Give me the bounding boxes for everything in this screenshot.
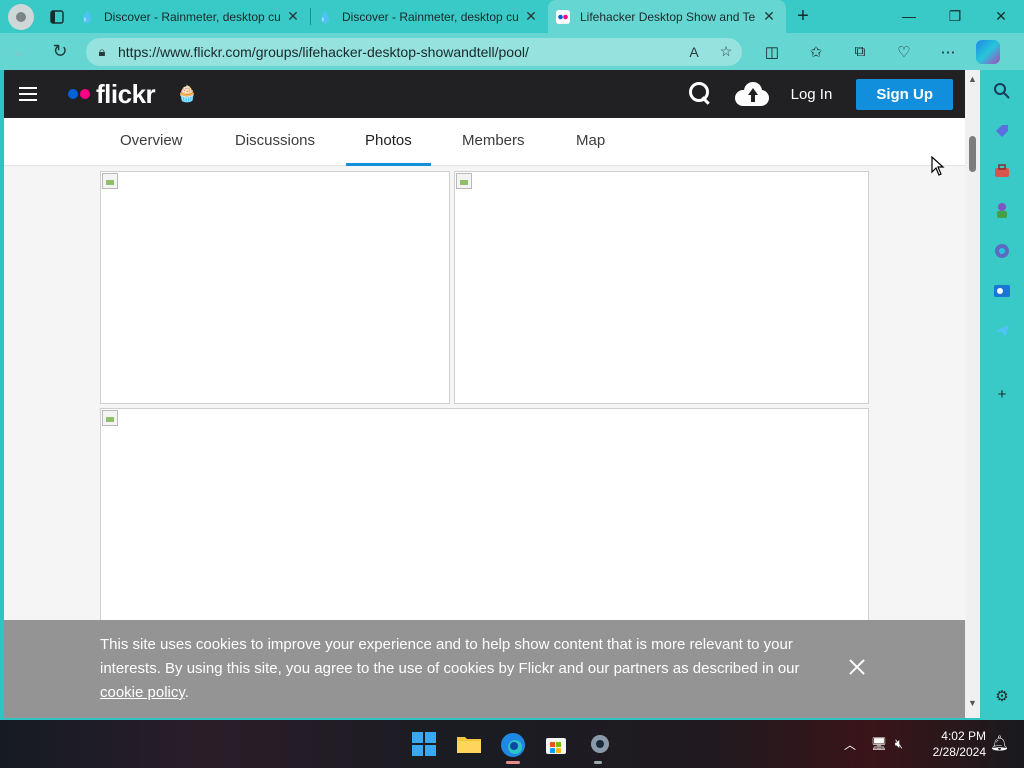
broken-image-icon bbox=[456, 173, 472, 189]
scroll-up-icon[interactable]: ▲ bbox=[968, 74, 977, 84]
tab-title: Discover - Rainmeter, desktop cu bbox=[342, 9, 519, 24]
photo-thumbnail[interactable] bbox=[454, 171, 869, 404]
refresh-icon[interactable]: ↻ bbox=[40, 41, 80, 62]
flickr-header: flickr 🧁 Log In Sign Up bbox=[4, 70, 965, 118]
mouse-cursor-icon bbox=[931, 156, 945, 176]
page-viewport: flickr 🧁 Log In Sign Up Overview Discuss… bbox=[4, 70, 965, 718]
active-app-indicator bbox=[506, 761, 520, 764]
add-sidebar-app-icon[interactable]: + bbox=[992, 386, 1012, 406]
rainmeter-favicon-icon: 💧 bbox=[317, 9, 333, 24]
group-nav-tabs: Overview Discussions Photos Members Map bbox=[4, 118, 965, 166]
login-link[interactable]: Log In bbox=[791, 86, 833, 103]
birthday-cake-icon: 🧁 bbox=[177, 86, 198, 103]
scroll-thumb[interactable] bbox=[969, 136, 976, 172]
tab-actions-icon[interactable] bbox=[42, 4, 72, 30]
photo-thumbnail[interactable] bbox=[100, 408, 869, 638]
browser-tab-1[interactable]: 💧 Discover - Rainmeter, desktop cu ✕ bbox=[72, 0, 310, 33]
microsoft-store-icon[interactable] bbox=[544, 732, 568, 756]
network-icon[interactable]: 🖥︎ bbox=[868, 736, 890, 752]
hamburger-menu-icon[interactable] bbox=[4, 87, 52, 101]
copilot-icon[interactable] bbox=[976, 39, 1000, 64]
microsoft-365-icon[interactable] bbox=[992, 242, 1012, 262]
close-tab-icon[interactable]: ✕ bbox=[284, 8, 302, 25]
page-scrollbar[interactable]: ▲ ▼ bbox=[965, 70, 980, 718]
volume-muted-icon[interactable]: 🔇︎ bbox=[890, 736, 908, 752]
tab-discussions[interactable]: Discussions bbox=[235, 118, 315, 166]
toolbar-icons: ◫ ✩ ⧉ ♡ ⋯ bbox=[750, 43, 970, 61]
sidebar-settings-icon[interactable]: ⚙ bbox=[992, 687, 1012, 707]
photo-thumbnail[interactable] bbox=[100, 171, 450, 404]
logo-text: flickr bbox=[96, 78, 156, 109]
clock-time: 4:02 PM bbox=[941, 729, 986, 743]
upload-cloud-icon[interactable] bbox=[734, 82, 769, 106]
show-hidden-icons-chevron-icon[interactable]: ︿ bbox=[842, 736, 858, 753]
search-icon[interactable] bbox=[685, 79, 715, 109]
edge-browser-icon[interactable] bbox=[500, 732, 525, 757]
logo-blue-dot bbox=[68, 89, 78, 99]
broken-image-icon bbox=[102, 173, 118, 189]
favorite-star-icon[interactable]: ☆ bbox=[710, 43, 742, 60]
search-icon[interactable] bbox=[992, 82, 1012, 102]
browser-tab-3[interactable]: Lifehacker Desktop Show and Te ✕ bbox=[548, 0, 786, 33]
tools-icon[interactable] bbox=[992, 162, 1012, 182]
shopping-tag-icon[interactable] bbox=[992, 122, 1012, 142]
cookie-banner: This site uses cookies to improve your e… bbox=[4, 620, 965, 718]
taskbar-clock[interactable]: 4:02 PM 2/28/2024 bbox=[916, 728, 986, 760]
cookie-policy-link[interactable]: cookie policy bbox=[100, 684, 185, 701]
browser-toolbar: ← ↻ 🔒︎ https://www.flickr.com/groups/lif… bbox=[0, 33, 1024, 70]
minimize-icon[interactable]: — bbox=[886, 8, 932, 25]
favorites-icon[interactable]: ✩ bbox=[794, 43, 838, 61]
scroll-down-icon[interactable]: ▼ bbox=[968, 698, 977, 708]
running-app-indicator bbox=[594, 761, 602, 764]
flickr-favicon-icon bbox=[556, 9, 570, 24]
read-aloud-icon[interactable]: A bbox=[678, 44, 710, 60]
lock-icon[interactable]: 🔒︎ bbox=[86, 44, 118, 60]
collections-icon[interactable]: ⧉ bbox=[838, 43, 882, 61]
tab-overview[interactable]: Overview bbox=[120, 118, 183, 166]
tab-members[interactable]: Members bbox=[462, 118, 525, 166]
games-icon[interactable] bbox=[992, 202, 1012, 222]
browser-tab-2[interactable]: 💧 Discover - Rainmeter, desktop cu ✕ bbox=[310, 0, 548, 33]
signup-button[interactable]: Sign Up bbox=[856, 78, 953, 110]
close-tab-icon[interactable]: ✕ bbox=[522, 8, 540, 25]
send-icon[interactable] bbox=[992, 322, 1012, 342]
tab-title: Discover - Rainmeter, desktop cu bbox=[104, 9, 281, 24]
close-cookie-icon[interactable] bbox=[846, 656, 868, 678]
profile-avatar[interactable] bbox=[8, 3, 34, 30]
window-controls: — ❐ ✕ bbox=[886, 8, 1024, 25]
file-explorer-icon[interactable] bbox=[456, 732, 481, 756]
url-text[interactable]: https://www.flickr.com/groups/lifehacker… bbox=[118, 44, 678, 60]
cookie-tail: . bbox=[184, 684, 189, 701]
logo-pink-dot bbox=[80, 89, 90, 99]
back-icon[interactable]: ← bbox=[0, 41, 40, 62]
split-screen-icon[interactable]: ◫ bbox=[750, 43, 794, 61]
cookie-text: This site uses cookies to improve your e… bbox=[100, 636, 800, 677]
notifications-icon[interactable]: 🔔︎ bbox=[990, 734, 1009, 752]
address-bar[interactable]: 🔒︎ https://www.flickr.com/groups/lifehac… bbox=[86, 37, 742, 66]
tab-photos[interactable]: Photos bbox=[346, 118, 431, 166]
browser-essentials-icon[interactable]: ♡ bbox=[882, 43, 926, 61]
clock-date: 2/28/2024 bbox=[932, 745, 986, 759]
cookie-message: This site uses cookies to improve your e… bbox=[100, 633, 840, 705]
restore-icon[interactable]: ❐ bbox=[932, 8, 978, 25]
new-tab-icon[interactable]: + bbox=[786, 5, 820, 28]
settings-gear-icon[interactable] bbox=[588, 732, 612, 756]
browser-tab-strip: 💧 Discover - Rainmeter, desktop cu ✕ 💧 D… bbox=[0, 0, 1024, 33]
rainmeter-favicon-icon: 💧 bbox=[79, 9, 95, 24]
more-menu-icon[interactable]: ⋯ bbox=[926, 43, 970, 61]
windows-taskbar: ︿ 🖥︎ 🔇︎ 4:02 PM 2/28/2024 🔔︎ bbox=[0, 720, 1024, 768]
windows-start-icon[interactable] bbox=[412, 732, 436, 756]
outlook-icon[interactable] bbox=[992, 282, 1012, 302]
tab-map[interactable]: Map bbox=[576, 118, 605, 166]
close-tab-icon[interactable]: ✕ bbox=[760, 8, 778, 25]
flickr-logo[interactable]: flickr 🧁 bbox=[68, 79, 197, 110]
system-tray: ︿ 🖥︎ 🔇︎ bbox=[842, 720, 908, 768]
close-window-icon[interactable]: ✕ bbox=[978, 8, 1024, 25]
broken-image-icon bbox=[102, 410, 118, 426]
tab-title: Lifehacker Desktop Show and Te bbox=[580, 9, 756, 24]
edge-sidebar: + ⚙ bbox=[980, 70, 1024, 720]
